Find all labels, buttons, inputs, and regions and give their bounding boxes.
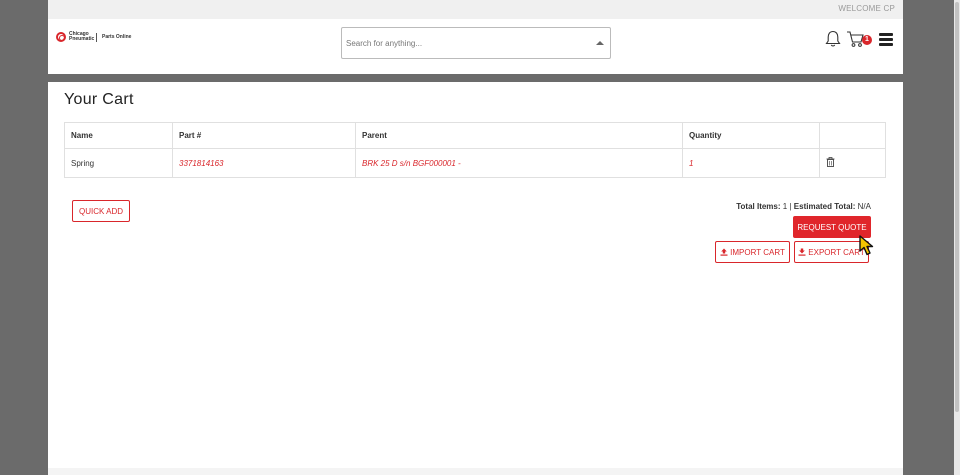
main-content: Your Cart Name Part # Parent Quantity Sp… [48, 82, 903, 468]
page-title: Your Cart [64, 91, 134, 108]
cart-totals: Total Items: 1 | Estimated Total: N/A [736, 202, 871, 211]
col-actions [819, 122, 886, 149]
cart-button[interactable]: 1 [846, 30, 872, 48]
export-cart-label: EXPORT CART [808, 247, 865, 257]
import-cart-label: IMPORT CART [730, 247, 785, 257]
search-box[interactable] [341, 27, 611, 59]
trash-icon[interactable] [826, 157, 835, 167]
table-header-row: Name Part # Parent Quantity [64, 122, 886, 149]
logo[interactable]: Chicago Pneumatic Parts Online [56, 32, 131, 42]
estimated-total-label: Estimated Total: [793, 202, 856, 211]
row-name: Spring [64, 148, 173, 178]
row-actions [819, 148, 886, 178]
col-parent: Parent [355, 122, 683, 149]
search-input[interactable] [342, 28, 582, 58]
quick-add-button[interactable]: QUICK ADD [72, 200, 130, 222]
row-quantity[interactable]: 1 [682, 148, 820, 178]
logo-divider [96, 32, 97, 42]
row-parent-link[interactable]: BRK 25 D s/n BGF000001 - [355, 148, 683, 178]
import-cart-button[interactable]: IMPORT CART [715, 241, 790, 263]
upload-icon [720, 248, 728, 256]
col-part: Part # [172, 122, 356, 149]
welcome-text: WELCOME CP [838, 4, 895, 13]
hamburger-menu-icon[interactable] [879, 32, 893, 46]
table-row: Spring 3371814163 BRK 25 D s/n BGF000001… [64, 148, 886, 178]
total-items-label: Total Items: [736, 202, 781, 211]
scrollbar-thumb[interactable] [955, 2, 959, 412]
row-part-link[interactable]: 3371814163 [172, 148, 356, 178]
cart-count-badge: 1 [862, 35, 872, 45]
bell-icon[interactable] [825, 30, 841, 48]
chevron-up-icon[interactable] [596, 41, 604, 45]
scrollbar[interactable] [954, 0, 960, 475]
estimated-total-value: N/A [857, 202, 871, 211]
logo-mark-icon [56, 32, 66, 42]
header-icons: 1 [825, 30, 893, 48]
totals-separator: | [789, 202, 792, 211]
total-items-value: 1 [782, 202, 788, 211]
col-quantity: Quantity [682, 122, 820, 149]
export-cart-button[interactable]: EXPORT CART [794, 241, 869, 263]
footer-strip [48, 468, 903, 475]
cart-table: Name Part # Parent Quantity Spring 33718… [64, 122, 886, 178]
download-icon [798, 248, 806, 256]
logo-brand: Chicago Pneumatic [69, 31, 95, 42]
header: Chicago Pneumatic Parts Online 1 [48, 19, 903, 74]
col-name: Name [64, 122, 173, 149]
logo-subtitle: Parts Online [102, 34, 132, 40]
pointer-cursor-icon [859, 235, 874, 256]
top-bar: WELCOME CP [48, 0, 903, 19]
